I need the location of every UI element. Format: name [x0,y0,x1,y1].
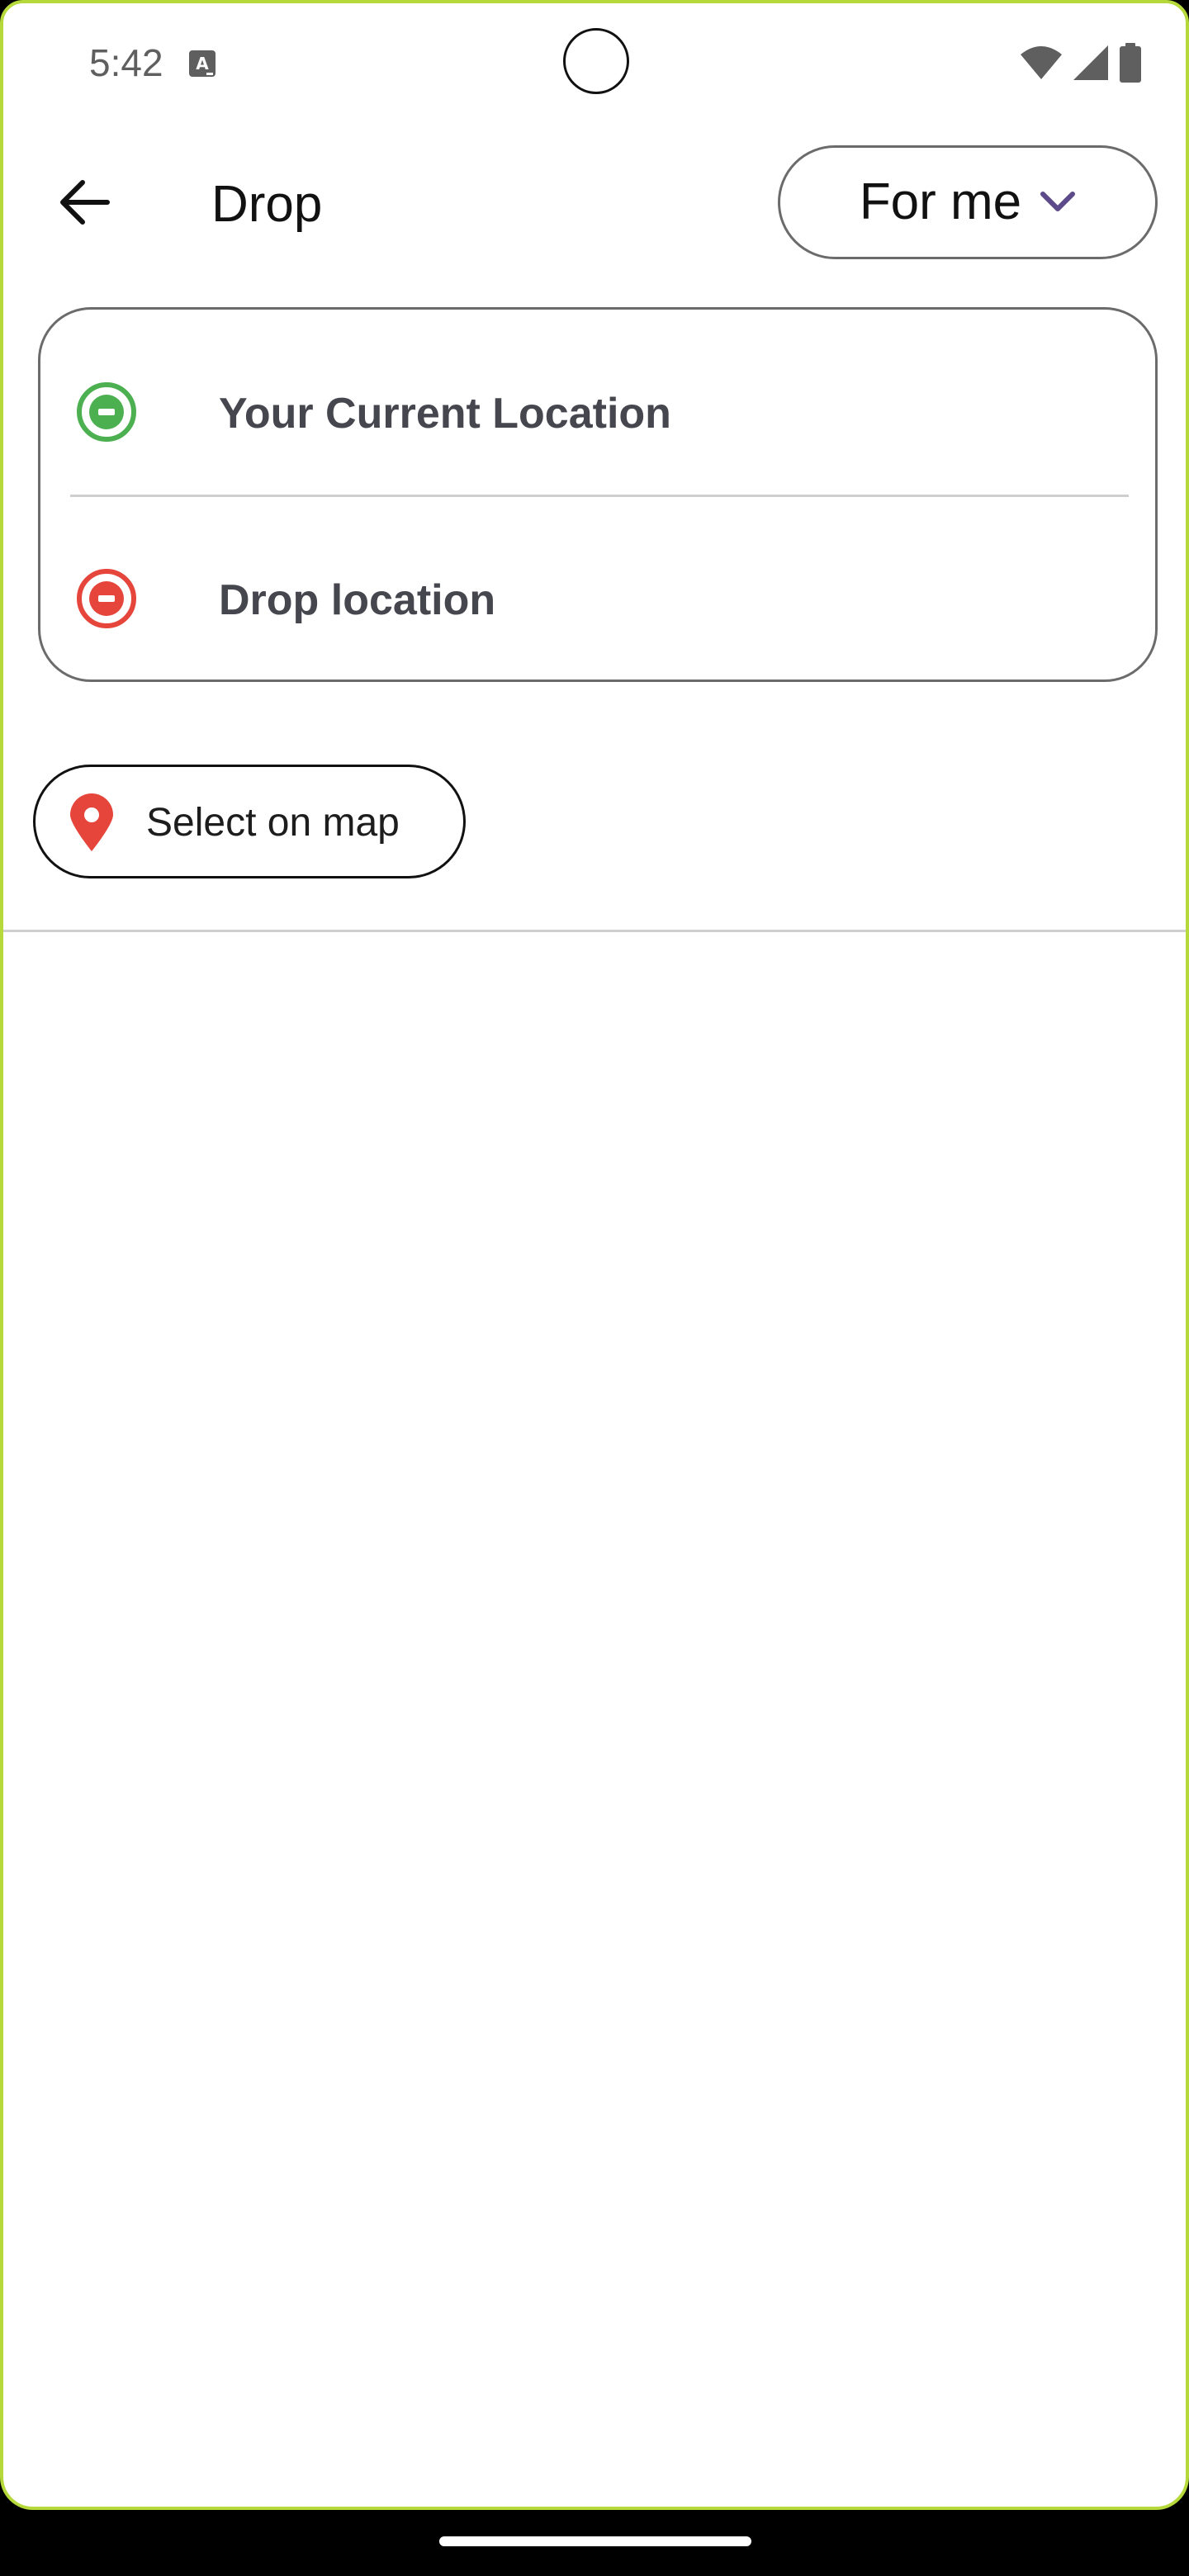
section-divider [3,930,1186,932]
rider-selector-dropdown[interactable]: For me [778,145,1158,259]
location-card: Your Current Location Drop location [38,307,1158,682]
text-a-icon: A [189,50,216,77]
map-pin-icon [70,793,113,851]
pickup-marker-icon [77,382,136,442]
app-bar: Drop For me [3,135,1186,268]
status-bar: 5:42 A [3,3,1186,119]
svg-text:A: A [196,54,209,73]
navigation-bar [0,2510,1189,2576]
status-icons [1019,43,1143,83]
select-on-map-button[interactable]: Select on map [33,765,466,878]
page-title: Drop [211,176,323,233]
location-divider [70,495,1129,497]
drop-marker-icon [77,569,136,628]
drop-location-field[interactable]: Drop location [40,516,1155,681]
chevron-down-icon [1040,192,1076,211]
camera-cutout [563,28,629,94]
rider-selector-label: For me [859,173,1022,230]
search-results-area [3,933,1186,2502]
select-on-map-label: Select on map [146,801,400,845]
battery-icon [1120,43,1141,83]
back-button[interactable] [45,168,124,236]
pickup-location-field[interactable]: Your Current Location [40,329,1155,495]
drop-location-placeholder: Drop location [219,576,496,624]
wifi-icon [1021,46,1062,79]
arrow-left-icon [60,180,110,225]
status-time: 5:42 [89,41,163,84]
pickup-location-text: Your Current Location [219,390,671,438]
signal-icon [1073,45,1108,80]
home-gesture-handle[interactable] [439,2536,751,2546]
app-screen: 5:42 A Drop For me Your Current Location… [0,0,1189,2510]
